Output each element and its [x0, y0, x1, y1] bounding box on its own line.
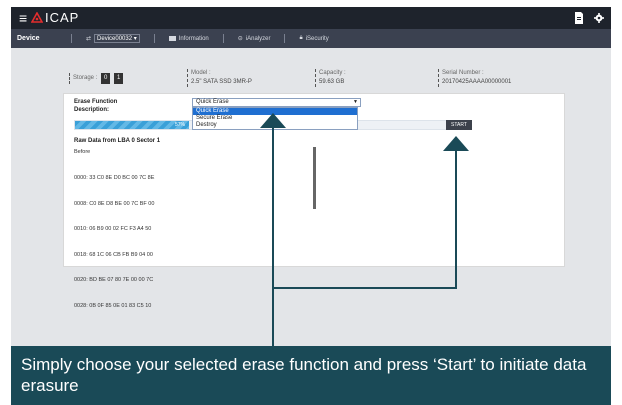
caption-banner: Simply choose your selected erase functi… — [11, 346, 611, 405]
arrow-connector — [273, 151, 457, 289]
arrow-head-right — [443, 136, 469, 151]
app-frame: ≡ ICAP Device ⇄ Device00032 ▾ Informatio… — [11, 7, 611, 405]
caption-text: Simply choose your selected erase functi… — [21, 355, 587, 395]
arrow-head-left — [260, 113, 286, 128]
